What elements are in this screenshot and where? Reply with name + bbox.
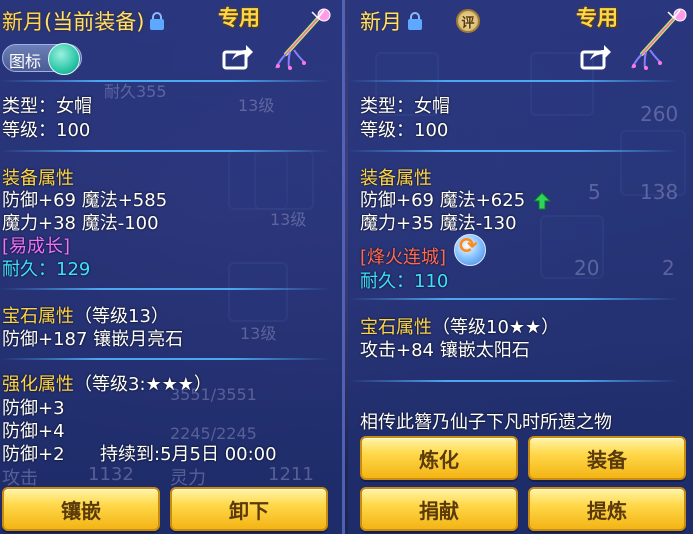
lore-text: 相传此簪乃仙子下凡时所遗之物 (360, 412, 612, 433)
bg-count: 260 (640, 102, 679, 126)
inlay-button[interactable]: 镶嵌 (2, 487, 160, 531)
bg-count: 20 (574, 256, 600, 280)
up-arrow-icon (532, 192, 551, 210)
paren-close: ) (136, 10, 145, 34)
stat-line-text: 防御+69 魔法+625 (360, 190, 526, 211)
enhance-line: 防御+2 (2, 444, 65, 465)
item-title: 新月(当前装备) (2, 2, 165, 40)
bg-level-label: 13级 (270, 210, 307, 229)
bg-spirit-value: 1211 (268, 464, 314, 485)
share-icon[interactable] (222, 44, 254, 70)
item-name: 新月 (360, 10, 402, 34)
bg-level-label: 13级 (240, 324, 277, 343)
gem-level: （等级10★★） (432, 317, 560, 338)
equipped-item-panel: 耐久355 13级 13级 13级 3551/3551 2245/2245 攻击… (0, 0, 345, 534)
gem-level: （等级13） (74, 306, 169, 327)
durability: 耐久：129 (2, 255, 90, 281)
item-level: 等级：100 (2, 120, 91, 141)
equip-button[interactable]: 装备 (528, 436, 686, 480)
divider (0, 288, 330, 290)
gem-line: 攻击+84 镶嵌太阳石 (360, 340, 530, 361)
refine-button[interactable]: 炼化 (360, 436, 518, 480)
durability-value: 129 (56, 259, 91, 280)
divider (348, 380, 678, 382)
durability-label: 耐久： (360, 271, 414, 292)
enhance-heading: 强化属性 (2, 374, 74, 395)
lock-icon[interactable] (408, 12, 422, 30)
item-type: 类型：女帽 (2, 96, 92, 117)
wand-icon (631, 8, 687, 70)
icon-toggle-label: 图标 (9, 52, 42, 71)
lock-icon[interactable] (150, 12, 165, 30)
divider (348, 298, 678, 300)
bg-attack-value: 1132 (88, 464, 134, 485)
exclusive-label: 专用 (576, 6, 618, 30)
donate-button[interactable]: 捐献 (360, 487, 518, 531)
rate-badge[interactable]: 评 (456, 9, 480, 33)
item-level: 等级：100 (360, 120, 449, 141)
extract-button[interactable]: 提炼 (528, 487, 686, 531)
enhance-attr: 强化属性（等级3:★★★） (2, 370, 212, 396)
refresh-icon[interactable] (454, 234, 486, 266)
durability: 耐久：110 (360, 267, 448, 293)
exclusive-label: 专用 (218, 6, 260, 30)
bg-level-label: 13级 (238, 96, 275, 115)
divider (348, 80, 678, 82)
equip-status: 当前装备 (52, 10, 137, 34)
unequip-button[interactable]: 卸下 (170, 487, 328, 531)
divider (0, 80, 330, 82)
divider (0, 150, 330, 152)
gem-line: 防御+187 镶嵌月亮石 (2, 329, 184, 350)
bg-count: 5 (588, 180, 601, 204)
toggle-knob[interactable] (48, 43, 80, 75)
icon-toggle[interactable]: 图标 (2, 43, 82, 75)
item-title: 新月 评 (360, 2, 480, 40)
gem-heading: 宝石属性 (2, 306, 74, 327)
item-name: 新月(当前装备) (2, 6, 144, 36)
share-icon[interactable] (580, 44, 612, 70)
duration-text: 持续到:5月5日 00:00 (100, 444, 277, 465)
gem-heading: 宝石属性 (360, 317, 432, 338)
wand-icon (275, 8, 331, 70)
item-type: 类型：女帽 (360, 96, 450, 117)
durability-label: 耐久： (2, 259, 56, 280)
bg-count: 2 (662, 256, 675, 280)
divider (0, 358, 330, 360)
stat-line: 魔力+35 魔法-130 (360, 213, 517, 234)
enhance-level: （等级3:★★★） (74, 374, 212, 395)
paren-open: ( (44, 10, 53, 34)
bg-count: 138 (640, 180, 679, 204)
durability-value: 110 (414, 271, 449, 292)
special-tag: [烽火连城] (360, 247, 447, 268)
compare-item-panel: 260 5 138 20 2 新月 评 专用 类型：女帽 等级：100 装备属性… (348, 0, 693, 534)
item-name-text: 新月 (2, 10, 44, 34)
divider (348, 150, 678, 152)
